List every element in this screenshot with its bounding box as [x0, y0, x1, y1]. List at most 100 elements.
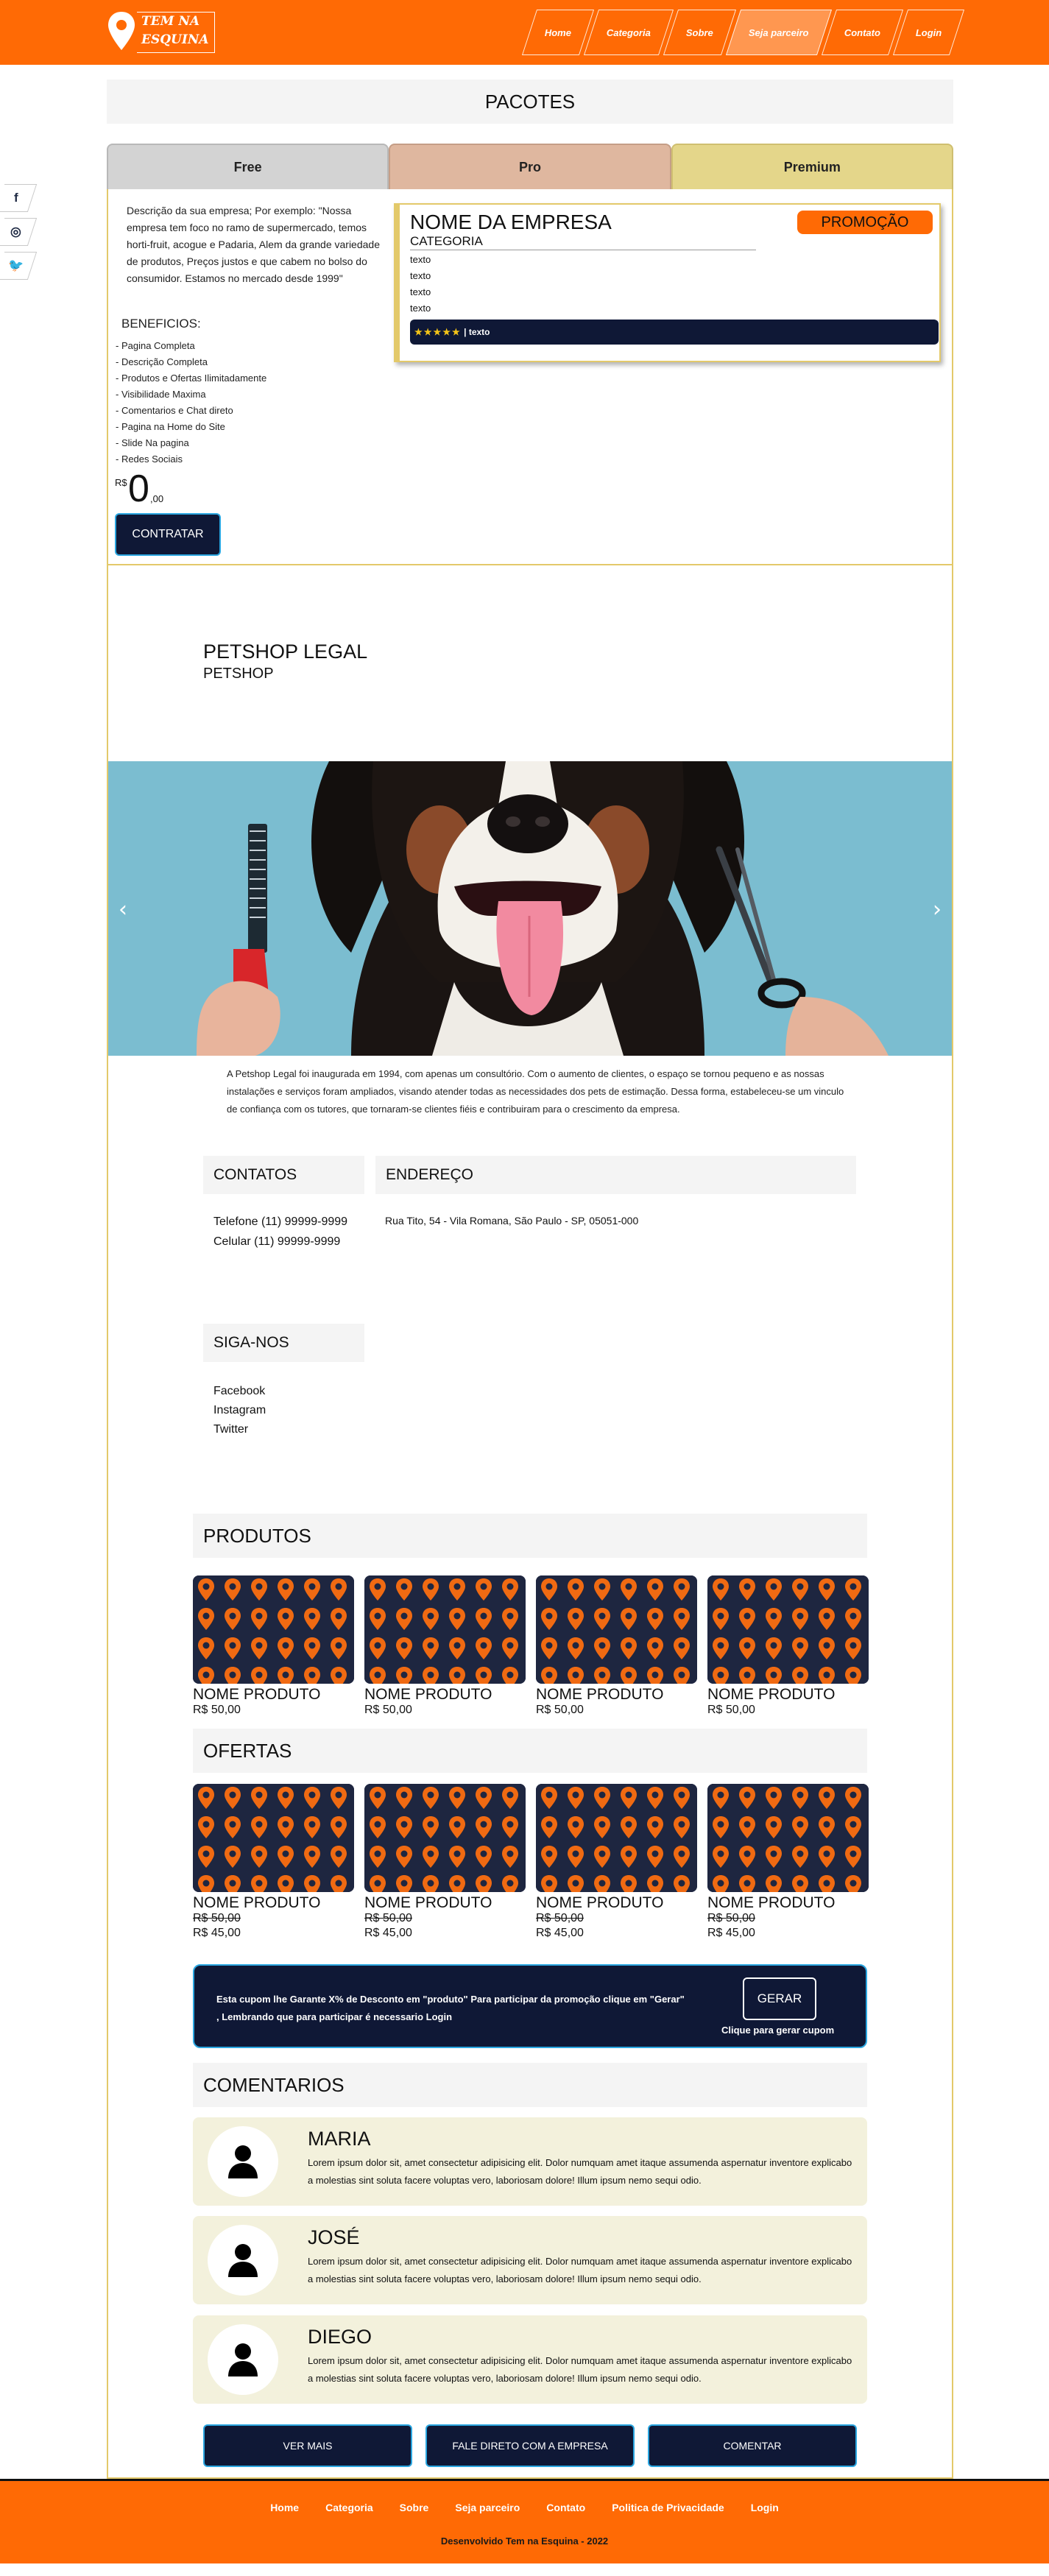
- benefits-list: - Pagina Completa - Descrição Completa -…: [116, 338, 266, 467]
- facebook-link[interactable]: f: [0, 184, 38, 212]
- business-name: PETSHOP LEGAL: [203, 641, 368, 663]
- footer-link-login[interactable]: Login: [751, 2502, 779, 2513]
- section-divider: [107, 564, 953, 565]
- offer-price: R$ 45,00: [536, 1927, 584, 1939]
- price-value: 0: [128, 467, 149, 510]
- offer-price: R$ 45,00: [707, 1927, 755, 1939]
- tab-pro[interactable]: Pro: [389, 144, 671, 189]
- contratar-button[interactable]: CONTRATAR: [115, 513, 221, 556]
- tab-premium[interactable]: Premium: [671, 144, 953, 189]
- nav-contato[interactable]: Contato: [821, 10, 903, 55]
- product-name: NOME PRODUTO: [536, 1686, 664, 1703]
- comment-author: JOSÉ: [308, 2226, 360, 2248]
- offer-card[interactable]: NOME PRODUTO R$ 50,00 R$ 45,00: [193, 1784, 354, 1941]
- product-card[interactable]: NOME PRODUTO R$ 50,00: [364, 1575, 526, 1718]
- comment-card: JOSÉ Lorem ipsum dolor sit, amet consect…: [193, 2216, 867, 2304]
- address-text: Rua Tito, 54 - Vila Romana, São Paulo - …: [385, 1215, 639, 1227]
- footer-link-categoria[interactable]: Categoria: [325, 2502, 373, 2513]
- plan-tabs: Free Pro Premium: [107, 144, 953, 189]
- nav-login[interactable]: Login: [892, 10, 965, 55]
- product-price: R$ 50,00: [193, 1704, 241, 1716]
- coupon-banner: Esta cupom lhe Garante X% de Desconto em…: [193, 1964, 867, 2048]
- produtos-header: PRODUTOS: [193, 1514, 867, 1558]
- benefit-item: - Visibilidade Maxima: [116, 389, 206, 400]
- logo-text: TEM NA ESQUINA: [137, 12, 215, 53]
- star-rating-icon: ★★★★★: [414, 327, 462, 337]
- dog-photo: [108, 761, 952, 1056]
- footer-copyright: Desenvolvido Tem na Esquina - 2022: [440, 2536, 609, 2547]
- fale-com-empresa-button[interactable]: FALE DIRETO COM A EMPRESA: [425, 2424, 635, 2467]
- offer-image: [193, 1784, 354, 1892]
- product-card[interactable]: NOME PRODUTO R$ 50,00: [536, 1575, 697, 1718]
- comment-card: DIEGO Lorem ipsum dolor sit, amet consec…: [193, 2315, 867, 2404]
- footer-link-home[interactable]: Home: [270, 2502, 299, 2513]
- footer-link-privacidade[interactable]: Politica de Privacidade: [612, 2502, 724, 2513]
- nav-home[interactable]: Home: [521, 10, 595, 55]
- product-card[interactable]: NOME PRODUTO R$ 50,00: [193, 1575, 354, 1718]
- avatar: [208, 2126, 278, 2197]
- product-name: NOME PRODUTO: [364, 1686, 492, 1703]
- product-card[interactable]: NOME PRODUTO R$ 50,00: [707, 1575, 869, 1718]
- card-text-line: texto: [410, 303, 431, 314]
- user-icon: [228, 2343, 258, 2376]
- nav-seja-parceiro[interactable]: Seja parceiro: [725, 10, 832, 55]
- offer-name: NOME PRODUTO: [707, 1894, 836, 1911]
- carousel-next-icon[interactable]: ›: [933, 897, 942, 922]
- siga-facebook-link[interactable]: Facebook: [213, 1382, 266, 1401]
- footer-link-seja-parceiro[interactable]: Seja parceiro: [455, 2502, 520, 2513]
- offer-old-price: R$ 50,00: [364, 1912, 412, 1924]
- nav-sobre[interactable]: Sobre: [663, 10, 736, 55]
- twitter-link[interactable]: 🐦: [0, 252, 38, 280]
- offer-card[interactable]: NOME PRODUTO R$ 50,00 R$ 45,00: [536, 1784, 697, 1941]
- avatar: [208, 2324, 278, 2395]
- offer-image: [364, 1784, 526, 1892]
- comment-text: Lorem ipsum dolor sit, amet consectetur …: [308, 2256, 852, 2284]
- comentarios-header: COMENTARIOS: [193, 2063, 867, 2107]
- card-company-name: NOME DA EMPRESA: [410, 211, 612, 233]
- instagram-link[interactable]: ◎: [0, 218, 38, 246]
- offer-old-price: R$ 50,00: [536, 1912, 584, 1924]
- siga-nos-header: SIGA-NOS: [203, 1324, 364, 1362]
- hero-carousel: ‹ ›: [108, 761, 952, 1056]
- nav-contato-label: Contato: [844, 27, 880, 38]
- offer-name: NOME PRODUTO: [193, 1894, 321, 1911]
- nav-categoria-label: Categoria: [607, 27, 651, 38]
- gerar-cupom-button[interactable]: GERAR: [743, 1977, 816, 2020]
- celular-text: Celular (11) 99999-9999: [213, 1235, 341, 1248]
- ver-mais-button[interactable]: VER MAIS: [203, 2424, 412, 2467]
- footer-nav: Home Categoria Sobre Seja parceiro Conta…: [0, 2502, 1049, 2513]
- coupon-hint: Clique para gerar cupom: [721, 2025, 835, 2036]
- benefit-item: - Pagina Completa: [116, 340, 195, 351]
- benefit-item: - Descrição Completa: [116, 356, 208, 367]
- price-currency: R$: [115, 477, 127, 488]
- offer-old-price: R$ 50,00: [193, 1912, 241, 1924]
- action-buttons: VER MAIS FALE DIRETO COM A EMPRESA COMEN…: [203, 2424, 857, 2467]
- card-category: CATEGORIA: [410, 234, 756, 250]
- offer-card[interactable]: NOME PRODUTO R$ 50,00 R$ 45,00: [707, 1784, 869, 1941]
- top-navbar: TEM NA ESQUINA Home Categoria Sobre Seja…: [0, 0, 1049, 65]
- footer: Home Categoria Sobre Seja parceiro Conta…: [0, 2481, 1049, 2563]
- product-price: R$ 50,00: [707, 1704, 755, 1716]
- card-text-line: texto: [410, 286, 431, 297]
- benefits-title: BENEFICIOS:: [121, 317, 201, 331]
- user-icon: [228, 2244, 258, 2277]
- tab-free[interactable]: Free: [107, 144, 389, 189]
- avatar: [208, 2225, 278, 2296]
- siga-twitter-link[interactable]: Twitter: [213, 1420, 266, 1439]
- company-description: Descrição da sua empresa; Por exemplo: "…: [127, 205, 380, 284]
- site-logo[interactable]: TEM NA ESQUINA: [106, 9, 216, 56]
- siga-instagram-link[interactable]: Instagram: [213, 1401, 266, 1420]
- carousel-prev-icon[interactable]: ‹: [119, 897, 127, 922]
- offer-card[interactable]: NOME PRODUTO R$ 50,00 R$ 45,00: [364, 1784, 526, 1941]
- offer-price: R$ 45,00: [193, 1927, 241, 1939]
- endereco-header: ENDEREÇO: [375, 1156, 856, 1194]
- contatos-header: CONTATOS: [203, 1156, 364, 1194]
- logo-line-2: ESQUINA: [141, 32, 209, 47]
- comentar-button[interactable]: COMENTAR: [648, 2424, 857, 2467]
- card-text-line: texto: [410, 254, 431, 265]
- telefone-text: Telefone (11) 99999-9999: [213, 1215, 348, 1228]
- footer-link-sobre[interactable]: Sobre: [400, 2502, 429, 2513]
- offer-name: NOME PRODUTO: [536, 1894, 664, 1911]
- footer-link-contato[interactable]: Contato: [546, 2502, 585, 2513]
- nav-categoria[interactable]: Categoria: [583, 10, 674, 55]
